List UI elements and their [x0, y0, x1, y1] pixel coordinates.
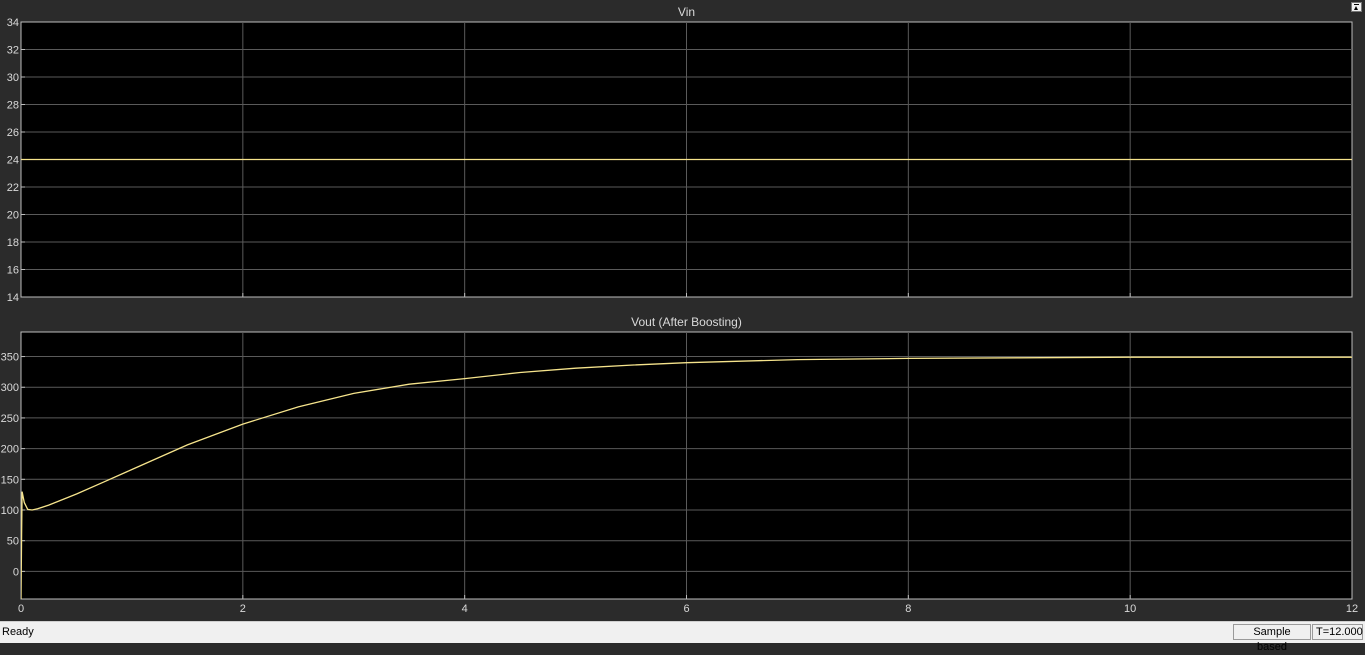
y-tick-label: 0 — [13, 566, 19, 578]
y-tick-label: 24 — [7, 155, 19, 167]
x-tick-label: 0 — [18, 603, 24, 615]
y-tick-label: 30 — [7, 72, 19, 84]
y-tick-label: 16 — [7, 265, 19, 277]
undock-icon[interactable] — [1351, 2, 1362, 12]
x-tick-label: 8 — [905, 603, 911, 615]
y-tick-label: 20 — [7, 210, 19, 222]
plot-1: Vin 14 16 18 20 22 24 26 28 30 32 34 — [7, 5, 1353, 304]
y-tick-label: 14 — [7, 292, 19, 304]
y-tick-label: 26 — [7, 127, 19, 139]
status-text: Ready — [2, 626, 34, 638]
x-tick-label: 12 — [1346, 603, 1358, 615]
sample-mode-indicator: Sample based — [1233, 624, 1311, 653]
y-tick-label: 150 — [1, 474, 19, 486]
plot-title: Vin — [678, 5, 695, 19]
x-tick-label: 10 — [1124, 603, 1136, 615]
status-bar: Ready Sample based T=12.000 — [0, 621, 1365, 653]
y-tick-label: 250 — [1, 413, 19, 425]
x-tick-label: 6 — [683, 603, 689, 615]
y-tick-label: 100 — [1, 505, 19, 517]
y-tick-label: 350 — [1, 352, 19, 364]
y-tick-label: 300 — [1, 382, 19, 394]
y-tick-label: 22 — [7, 182, 19, 194]
x-tick-label: 4 — [462, 603, 468, 615]
simulation-time: T=12.000 — [1312, 624, 1363, 640]
plot-title: Vout (After Boosting) — [631, 315, 742, 329]
scope-window: Vin 14 16 18 20 22 24 26 28 30 32 34 Vout (After Boo… — [0, 0, 1365, 621]
y-tick-label: 50 — [7, 536, 19, 548]
y-tick-label: 200 — [1, 444, 19, 456]
x-tick-label: 2 — [240, 603, 246, 615]
scope-plots: Vin1416182022242628303234Vout (After Boo… — [1, 5, 1358, 615]
plot-2: Vout (After Boosting)0501001502002503003… — [1, 315, 1358, 615]
y-tick-label: 34 — [7, 17, 19, 29]
y-tick-label: 18 — [7, 237, 19, 249]
y-tick-label: 32 — [7, 45, 19, 57]
y-tick-label: 28 — [7, 100, 19, 112]
